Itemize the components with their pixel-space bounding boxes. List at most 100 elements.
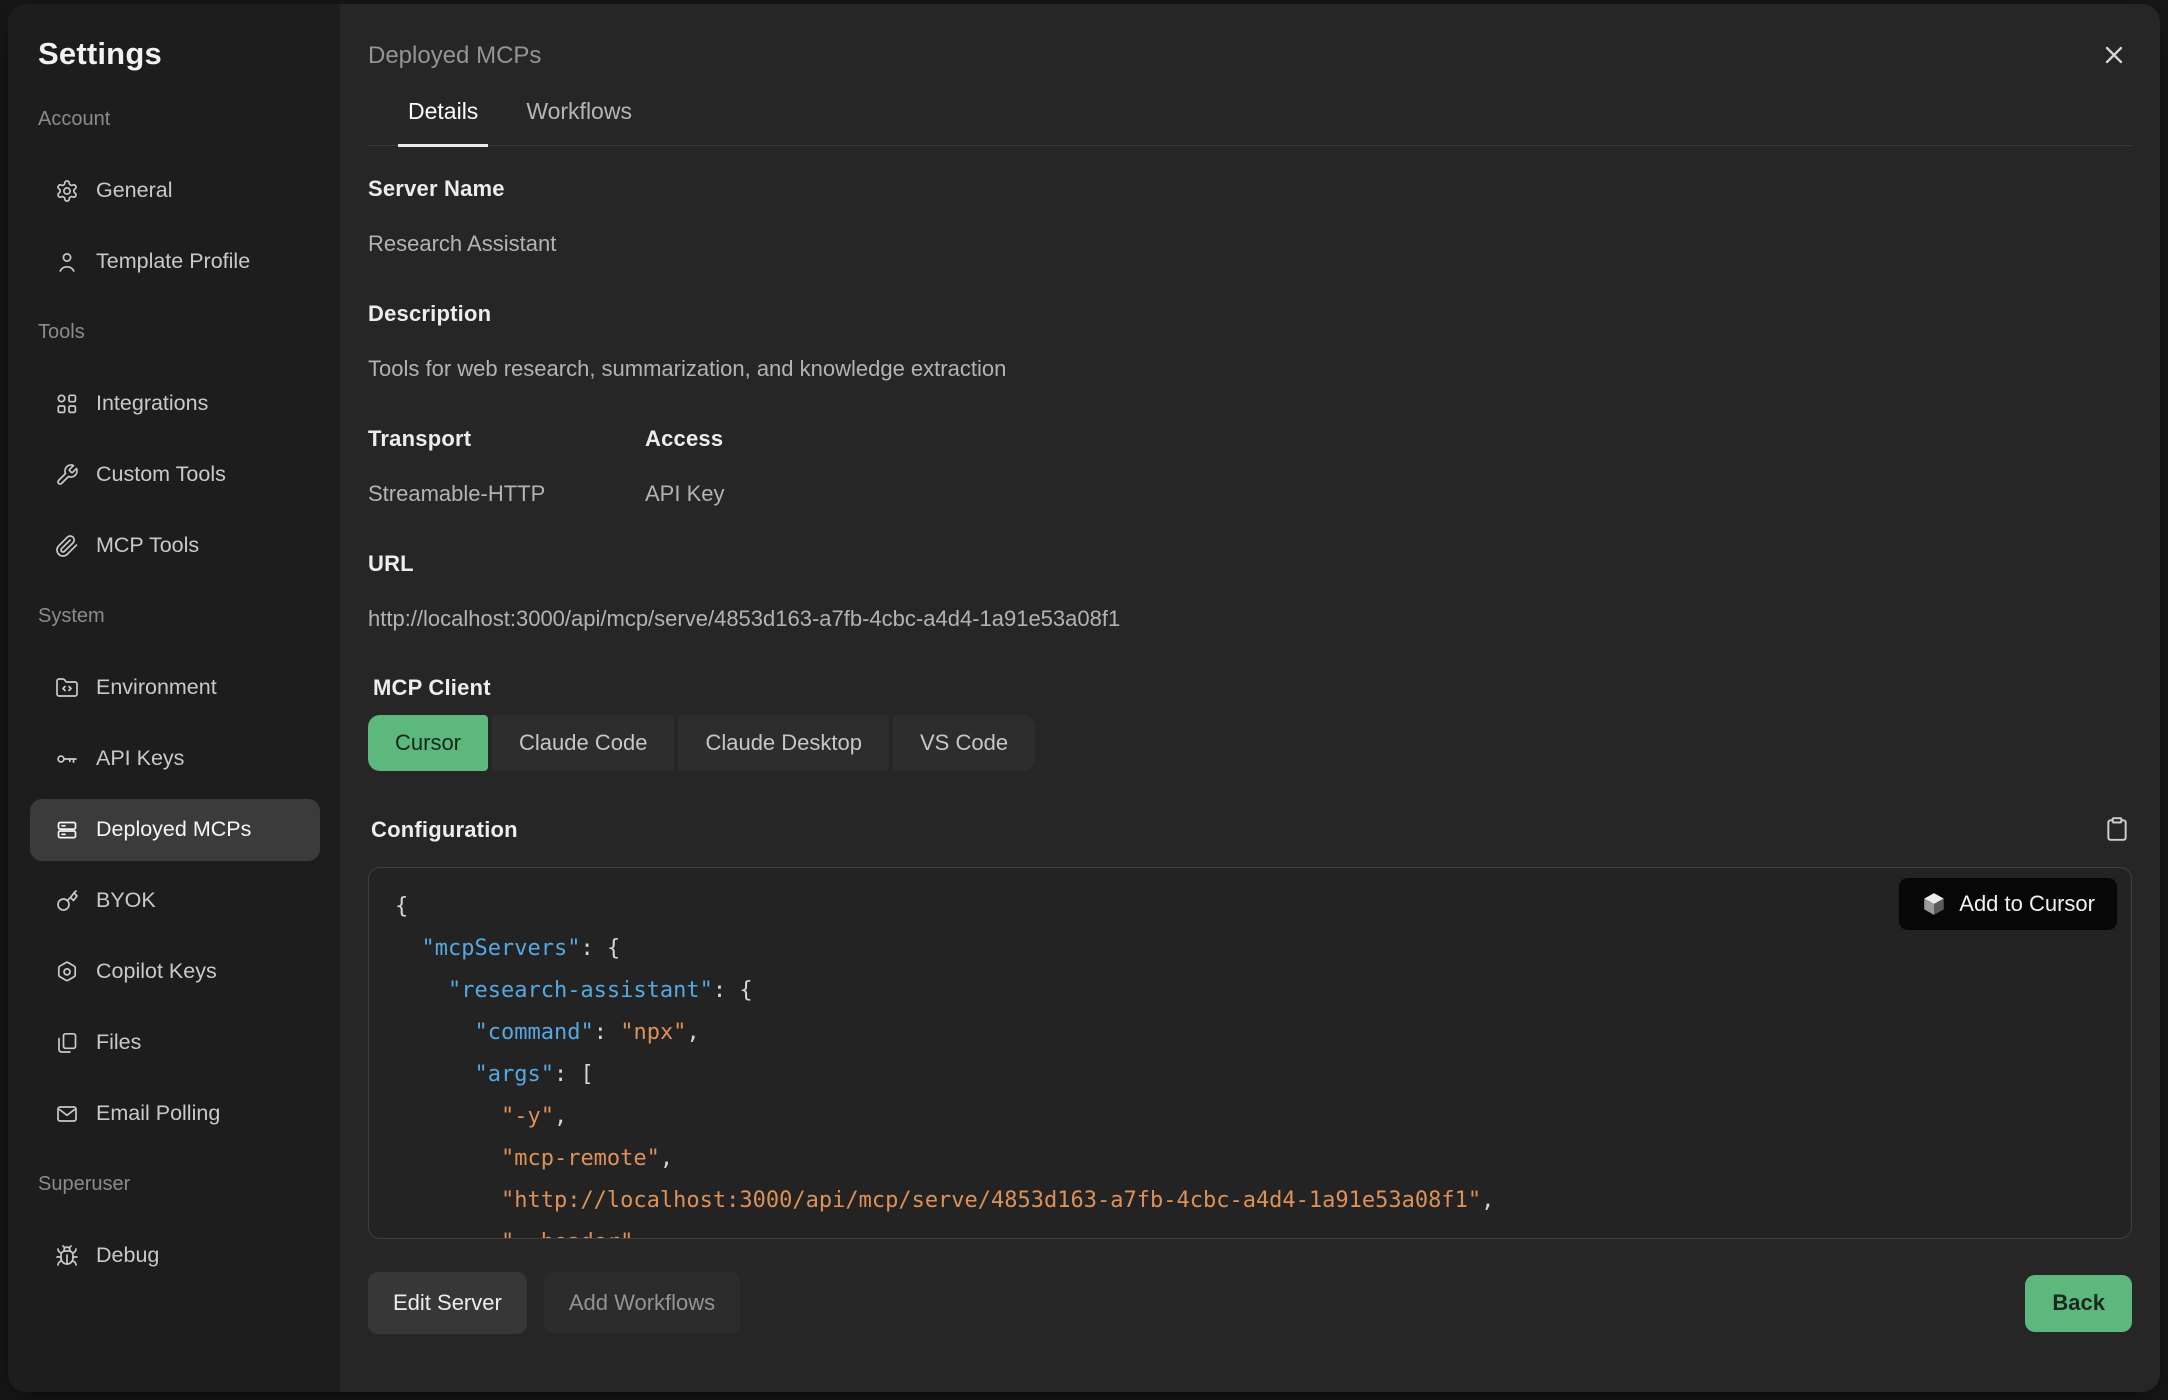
sidebar-item-deployed-mcps[interactable]: Deployed MCPs (30, 799, 320, 861)
sidebar-row: API Keys (30, 723, 320, 794)
code-line: "http://localhost:3000/api/mcp/serve/485… (395, 1180, 2105, 1222)
url-label: URL (368, 551, 2132, 577)
sidebar: Settings Account General Template Profile T… (8, 4, 340, 1392)
sidebar-row: Debug (30, 1220, 320, 1291)
sidebar-item-label: Integrations (96, 391, 208, 416)
back-button[interactable]: Back (2025, 1275, 2132, 1332)
client-option-claude-desktop[interactable]: Claude Desktop (678, 715, 889, 771)
sidebar-item-label: Debug (96, 1243, 159, 1268)
access-label: Access (645, 426, 723, 452)
transport-value: Streamable-HTTP (368, 481, 645, 507)
sidebar-row: MCP Tools (30, 510, 320, 581)
footer-actions: Edit Server Add Workflows Back (368, 1272, 2132, 1334)
description-value: Tools for web research, summarization, a… (368, 356, 2132, 382)
bug-icon (55, 1244, 79, 1268)
code-line: "mcp-remote", (395, 1138, 2105, 1180)
sidebar-item-label: Template Profile (96, 249, 250, 274)
sidebar-item-mcp-tools[interactable]: MCP Tools (30, 515, 320, 577)
hexagon-icon (55, 960, 79, 984)
key-diagonal-icon (55, 889, 79, 913)
footer-left-actions: Edit Server Add Workflows (368, 1272, 740, 1334)
sidebar-item-label: Custom Tools (96, 462, 226, 487)
sidebar-item-template-profile[interactable]: Template Profile (30, 231, 320, 293)
sidebar-row: General (30, 155, 320, 226)
tab-details[interactable]: Details (398, 98, 488, 147)
settings-modal: Settings Account General Template Profile T… (8, 4, 2160, 1392)
transport-access-values: Streamable-HTTP API Key (368, 481, 2132, 507)
access-value: API Key (645, 481, 724, 507)
sidebar-item-label: Deployed MCPs (96, 817, 251, 842)
transport-access-labels: Transport Access (368, 426, 2132, 452)
code-line: "command": "npx", (395, 1012, 2105, 1054)
tab-workflows[interactable]: Workflows (516, 98, 642, 147)
sidebar-row: Files (30, 1007, 320, 1078)
settings-title: Settings (30, 30, 320, 84)
code-line: "--header" (395, 1222, 2105, 1239)
code-line: "research-assistant": { (395, 970, 2105, 1012)
key-icon (55, 747, 79, 771)
mcp-client-label: MCP Client (368, 675, 2132, 701)
edit-server-button[interactable]: Edit Server (368, 1272, 527, 1334)
sidebar-item-label: BYOK (96, 888, 156, 913)
server-icon (55, 818, 79, 842)
page-title: Deployed MCPs (368, 42, 541, 70)
details-panel: Deployed MCPs Details Workflows Server Na… (340, 4, 2160, 1392)
sidebar-row: Deployed MCPs (30, 794, 320, 865)
folder-code-icon (55, 676, 79, 700)
description-label: Description (368, 301, 2132, 327)
sidebar-item-label: Environment (96, 675, 217, 700)
clipboard-copy-icon[interactable] (2102, 815, 2132, 845)
sidebar-row: Template Profile (30, 226, 320, 297)
transport-label: Transport (368, 426, 645, 452)
code-line: "mcpServers": { (395, 928, 2105, 970)
sidebar-row: Integrations (30, 368, 320, 439)
sidebar-item-integrations[interactable]: Integrations (30, 373, 320, 435)
sidebar-item-api-keys[interactable]: API Keys (30, 728, 320, 790)
sidebar-item-label: Files (96, 1030, 141, 1055)
client-option-cursor[interactable]: Cursor (368, 715, 488, 771)
client-option-vs-code[interactable]: VS Code (893, 715, 1035, 771)
sidebar-item-copilot-keys[interactable]: Copilot Keys (30, 941, 320, 1003)
sidebar-section-tools: Tools (30, 297, 320, 368)
sidebar-item-label: Email Polling (96, 1101, 220, 1126)
sidebar-section-superuser: Superuser (30, 1149, 320, 1220)
sidebar-row: Copilot Keys (30, 936, 320, 1007)
sidebar-item-byok[interactable]: BYOK (30, 870, 320, 932)
sidebar-item-email-polling[interactable]: Email Polling (30, 1083, 320, 1145)
sidebar-item-label: MCP Tools (96, 533, 199, 558)
sidebar-section-system: System (30, 581, 320, 652)
server-name-label: Server Name (368, 176, 2132, 202)
wrench-icon (55, 463, 79, 487)
sidebar-item-label: General (96, 178, 173, 203)
cursor-cube-icon (1921, 891, 1947, 917)
sidebar-row: BYOK (30, 865, 320, 936)
files-icon (55, 1031, 79, 1055)
code-line: "args": [ (395, 1054, 2105, 1096)
server-name-value: Research Assistant (368, 231, 2132, 257)
sidebar-row: Custom Tools (30, 439, 320, 510)
integrations-grid-icon (55, 392, 79, 416)
sidebar-row: Environment (30, 652, 320, 723)
sidebar-section-account: Account (30, 84, 320, 155)
close-icon[interactable] (2096, 38, 2132, 74)
sidebar-nav: Account General Template Profile Tools Integ… (30, 84, 320, 1291)
sidebar-item-environment[interactable]: Environment (30, 657, 320, 719)
sidebar-item-custom-tools[interactable]: Custom Tools (30, 444, 320, 506)
configuration-label: Configuration (371, 817, 518, 843)
mail-icon (55, 1102, 79, 1126)
code-line: { (395, 886, 2105, 928)
add-to-cursor-button[interactable]: Add to Cursor (1899, 878, 2117, 930)
tab-bar: Details Workflows (368, 98, 2132, 146)
add-to-cursor-label: Add to Cursor (1959, 891, 2095, 917)
url-value: http://localhost:3000/api/mcp/serve/4853… (368, 606, 2132, 632)
sidebar-item-label: Copilot Keys (96, 959, 217, 984)
mcp-client-selector: CursorClaude CodeClaude DesktopVS Code (368, 715, 2132, 771)
panel-header: Deployed MCPs (368, 4, 2132, 74)
sidebar-item-label: API Keys (96, 746, 184, 771)
gear-icon (55, 179, 79, 203)
sidebar-item-general[interactable]: General (30, 160, 320, 222)
client-option-claude-code[interactable]: Claude Code (492, 715, 674, 771)
add-workflows-button[interactable]: Add Workflows (544, 1272, 740, 1334)
sidebar-item-files[interactable]: Files (30, 1012, 320, 1074)
sidebar-item-debug[interactable]: Debug (30, 1225, 320, 1287)
